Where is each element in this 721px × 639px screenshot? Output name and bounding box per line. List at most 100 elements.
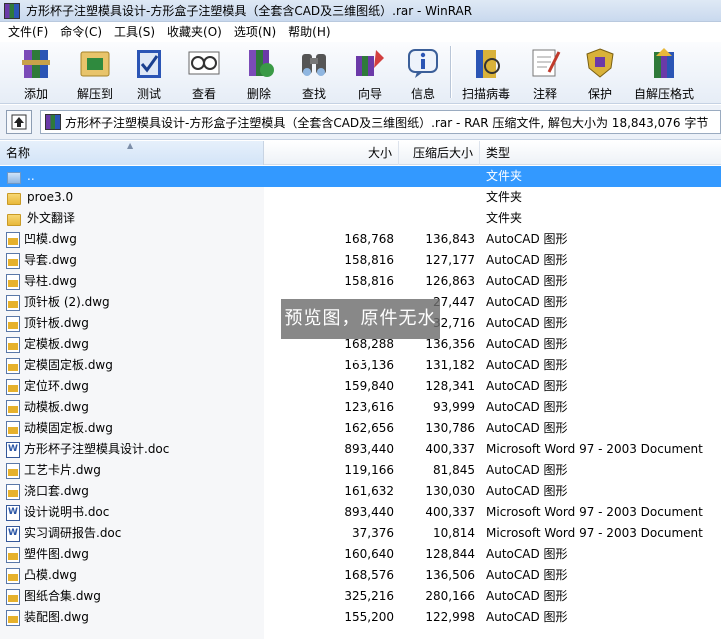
file-type: AutoCAD 图形 <box>486 589 568 603</box>
menu-options[interactable]: 选项(N) <box>228 23 282 41</box>
menu-help[interactable]: 帮助(H) <box>282 23 336 41</box>
file-row[interactable]: 设计说明书.doc 893,440 400,337 Microsoft Word 97… <box>0 502 721 523</box>
column-type-label: 类型 <box>486 146 511 160</box>
column-header-packed[interactable]: 压缩后大小 <box>399 141 480 165</box>
file-packed-size <box>399 187 475 208</box>
file-row[interactable]: 导柱.dwg 158,816 126,863 AutoCAD 图形 <box>0 271 721 292</box>
wizard-button[interactable]: 向导 <box>342 42 398 102</box>
file-type: AutoCAD 图形 <box>486 337 568 351</box>
delete-label: 删除 <box>246 87 271 101</box>
file-row[interactable]: 导套.dwg 158,816 127,177 AutoCAD 图形 <box>0 250 721 271</box>
file-name: 导柱.dwg <box>24 274 77 288</box>
file-type: 文件夹 <box>486 211 523 225</box>
file-packed-size <box>399 166 475 187</box>
file-type: Microsoft Word 97 - 2003 Document <box>486 442 703 456</box>
address-bar: 方形杯子注塑模具设计-方形盒子注塑模具（全套含CAD及三维图纸）.rar - R… <box>0 105 721 140</box>
file-row[interactable]: 图纸合集.dwg 325,216 280,166 AutoCAD 图形 <box>0 586 721 607</box>
file-row[interactable]: 凸模.dwg 168,576 136,506 AutoCAD 图形 <box>0 565 721 586</box>
test-button[interactable]: 测试 <box>122 42 176 102</box>
file-row[interactable]: 方形杯子注塑模具设计.doc 893,440 400,337 Microsoft Wo… <box>0 439 721 460</box>
file-name: 设计说明书.doc <box>24 505 110 519</box>
file-type: AutoCAD 图形 <box>486 253 568 267</box>
menu-tools[interactable]: 工具(S) <box>108 23 161 41</box>
file-name: 导套.dwg <box>24 253 77 267</box>
archive-path-field[interactable]: 方形杯子注塑模具设计-方形盒子注塑模具（全套含CAD及三维图纸）.rar - R… <box>40 110 721 134</box>
file-name-cell: 方形杯子注塑模具设计.doc <box>0 439 264 460</box>
file-name-cell: 定模固定板.dwg <box>0 355 264 376</box>
view-icon <box>184 45 224 81</box>
column-header-size[interactable]: 大小 <box>264 141 399 165</box>
file-name: 定位环.dwg <box>24 379 89 393</box>
file-name-cell: 定模板.dwg <box>0 334 264 355</box>
file-name-cell: 塑件图.dwg <box>0 544 264 565</box>
file-name-cell: 图纸合集.dwg <box>0 586 264 607</box>
file-row[interactable]: 装配图.dwg 155,200 122,998 AutoCAD 图形 <box>0 607 721 628</box>
find-button[interactable]: 查找 <box>286 42 342 102</box>
window-title: 方形杯子注塑模具设计-方形盒子注塑模具（全套含CAD及三维图纸）.rar - W… <box>26 4 473 18</box>
file-name-cell: 定位环.dwg <box>0 376 264 397</box>
file-name-cell: 设计说明书.doc <box>0 502 264 523</box>
file-name-cell: 外文翻译 <box>0 208 264 229</box>
delete-button[interactable]: 删除 <box>232 42 286 102</box>
protect-button[interactable]: 保护 <box>571 42 629 102</box>
file-packed-size: 130,786 <box>425 421 475 435</box>
menu-file[interactable]: 文件(F) <box>2 23 54 41</box>
file-name-cell: 实习调研报告.doc <box>0 523 264 544</box>
file-list[interactable]: .. 文件夹 proe3.0 文件夹 外文翻译 文件夹 凹模.dwg 168,768 136,8… <box>0 166 721 639</box>
file-name-cell: 顶针板.dwg <box>0 313 264 334</box>
file-name-cell: 动模板.dwg <box>0 397 264 418</box>
file-packed-size: 81,845 <box>433 463 475 477</box>
file-type: AutoCAD 图形 <box>486 421 568 435</box>
file-row[interactable]: 实习调研报告.doc 37,376 10,814 Microsoft Word 97 … <box>0 523 721 544</box>
file-row[interactable]: 浇口套.dwg 161,632 130,030 AutoCAD 图形 <box>0 481 721 502</box>
file-row[interactable]: 塑件图.dwg 160,640 128,844 AutoCAD 图形 <box>0 544 721 565</box>
autocad-file-icon <box>6 273 20 290</box>
file-name: .. <box>27 169 35 183</box>
file-name: proe3.0 <box>27 190 74 204</box>
info-icon <box>403 45 443 81</box>
file-packed-size: 126,863 <box>425 274 475 288</box>
column-header-type[interactable]: 类型 <box>480 141 721 165</box>
test-icon <box>129 45 169 81</box>
view-button[interactable]: 查看 <box>176 42 232 102</box>
extract-to-button[interactable]: 解压到 <box>68 42 122 102</box>
info-button[interactable]: 信息 <box>398 42 448 102</box>
file-row[interactable]: 动模板.dwg 123,616 93,999 AutoCAD 图形 <box>0 397 721 418</box>
file-type: AutoCAD 图形 <box>486 568 568 582</box>
file-name: 凸模.dwg <box>24 568 77 582</box>
sfx-label: 自解压格式 <box>633 87 694 101</box>
delete-icon <box>239 45 279 81</box>
file-type: Microsoft Word 97 - 2003 Document <box>486 505 703 519</box>
wizard-icon <box>350 45 390 81</box>
file-row[interactable]: 动模固定板.dwg 162,656 130,786 AutoCAD 图形 <box>0 418 721 439</box>
file-name: 外文翻译 <box>27 211 76 225</box>
menu-favorites[interactable]: 收藏夹(O) <box>161 23 228 41</box>
file-name-cell: 工艺卡片.dwg <box>0 460 264 481</box>
info-label: 信息 <box>410 87 435 101</box>
add-button[interactable]: 添加 <box>4 42 68 102</box>
find-label: 查找 <box>301 87 326 101</box>
comment-button[interactable]: 注释 <box>519 42 571 102</box>
sfx-button[interactable]: 自解压格式 <box>629 42 699 102</box>
column-header-name[interactable]: 名称 ▲ <box>0 141 264 165</box>
menu-commands[interactable]: 命令(C) <box>54 23 108 41</box>
autocad-file-icon <box>6 357 20 374</box>
file-size <box>264 208 394 229</box>
file-size: 37,376 <box>352 526 394 540</box>
file-name-cell: proe3.0 <box>0 187 264 208</box>
test-label: 测试 <box>136 87 161 101</box>
virus-scan-button[interactable]: 扫描病毒 <box>453 42 519 102</box>
column-name-label: 名称 <box>6 146 31 160</box>
file-row[interactable]: 外文翻译 文件夹 <box>0 208 721 229</box>
file-row[interactable]: 定位环.dwg 159,840 128,341 AutoCAD 图形 <box>0 376 721 397</box>
file-row[interactable]: proe3.0 文件夹 <box>0 187 721 208</box>
column-size-label: 大小 <box>367 146 392 160</box>
winrar-app-icon <box>4 2 20 19</box>
file-row[interactable]: .. 文件夹 <box>0 166 721 187</box>
up-one-level-button[interactable] <box>6 110 32 134</box>
file-row[interactable]: 凹模.dwg 168,768 136,843 AutoCAD 图形 <box>0 229 721 250</box>
file-name: 定模固定板.dwg <box>24 358 113 372</box>
sfx-icon <box>644 45 684 81</box>
autocad-file-icon <box>6 483 20 500</box>
file-row[interactable]: 工艺卡片.dwg 119,166 81,845 AutoCAD 图形 <box>0 460 721 481</box>
